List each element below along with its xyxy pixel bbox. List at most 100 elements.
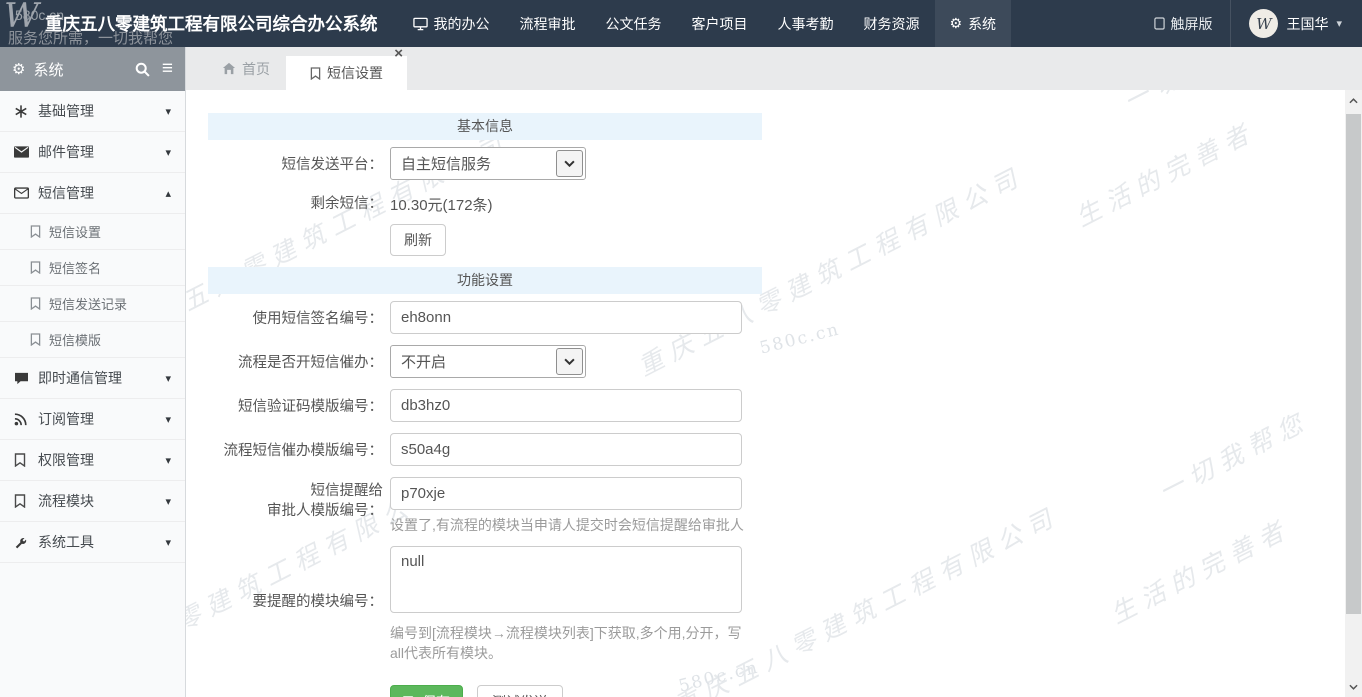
field-label: 短信提醒给 审批人模版编号： [208,477,383,535]
sidebar-item-base-management[interactable]: 基础管理 ▾ [0,91,185,132]
rss-icon [14,413,38,426]
menu-icon[interactable]: ≡ [162,58,173,80]
field-label-line1: 短信提醒给 [311,483,384,499]
sidebar-item-label: 短信签名 [49,258,101,277]
asterisk-icon [14,104,38,119]
nav-my-office[interactable]: 我的办公 [398,0,505,47]
platform-select[interactable]: 自主短信服务 [390,147,586,180]
sidebar-item-label: 流程模块 [38,491,94,511]
tab-bar: 首页 短信设置 × [186,47,1362,90]
signature-number-input[interactable] [390,301,742,334]
bookmark-icon [30,261,49,274]
tab-home[interactable]: 首页 [206,47,286,90]
nav-document-tasks[interactable]: 公文任务 [591,0,677,47]
nav-label: 我的办公 [434,14,490,34]
field-label-line2: 审批人模版编号： [267,503,383,519]
field-label: 短信验证码模版编号： [208,389,383,422]
module-ids-textarea[interactable]: null [390,546,742,613]
sidebar-item-label: 邮件管理 [38,142,94,162]
main-area: 一切我帮您 生活的完善者 重庆五八零建筑工程有限公司 580c.cn 一切我帮您… [186,47,1362,697]
sms-icon [14,187,38,199]
sidebar-item-label: 基础管理 [38,101,94,121]
remaining-sms-value: 10.30元(172条) [383,194,493,215]
sidebar-item-im-management[interactable]: 即时通信管理 ▾ [0,358,185,399]
sidebar-item-sms-settings[interactable]: 短信设置 [0,214,185,250]
wrench-icon [14,535,38,549]
nav-label: 公文任务 [606,14,662,34]
sidebar-item-label: 系统工具 [38,532,94,552]
search-icon[interactable] [135,62,150,77]
phone-icon [1154,17,1165,30]
sidebar-item-sms-signature[interactable]: 短信签名 [0,250,185,286]
nav-hr-attendance[interactable]: 人事考勤 [763,0,849,47]
chat-icon [14,372,38,385]
save-button[interactable]: 保存 [390,685,463,697]
user-menu[interactable]: W 王国华 ▾ [1230,0,1362,47]
vertical-scrollbar[interactable] [1345,90,1362,697]
sidebar-title: 系统 [33,59,134,80]
form-row-refresh: 刷新 [208,224,786,256]
avatar: W [1249,9,1278,38]
form-row-captcha-template: 短信验证码模版编号： [208,389,786,422]
field-label: 剩余短信： [208,194,383,214]
close-icon[interactable]: × [394,47,403,61]
main-nav: 我的办公 流程审批 公文任务 客户项目 人事考勤 财务资源 ⚙ 系统 [398,0,1012,47]
chevron-down-icon [556,348,583,375]
tab-sms-settings[interactable]: 短信设置 × [286,56,407,90]
chevron-down-icon: ▾ [165,454,171,467]
nav-finance-resources[interactable]: 财务资源 [849,0,935,47]
section-basic-info: 基本信息 [208,113,762,140]
sidebar-item-subscription-management[interactable]: 订阅管理 ▾ [0,399,185,440]
sms-settings-content: 基本信息 短信发送平台： 自主短信服务 剩余短信： 10.30元(172条) 刷… [186,90,1362,697]
sidebar-item-sms-management[interactable]: 短信管理 ▴ [0,173,185,214]
sidebar-menu: 基础管理 ▾ 邮件管理 ▾ 短信管理 ▴ 短信设置 短信签名 短信发送记录 短信… [0,91,185,563]
sidebar-item-sms-send-log[interactable]: 短信发送记录 [0,286,185,322]
form-row-signature: 使用短信签名编号： [208,301,786,334]
chevron-down-icon: ▾ [1336,17,1342,30]
module-ids-hint: 编号到[流程模块→流程模块列表]下获取,多个用,分开，写all代表所有模块。 [390,623,746,663]
sidebar-item-workflow-module[interactable]: 流程模块 ▾ [0,481,185,522]
navbar-right: 触屏版 W 王国华 ▾ [1136,0,1362,47]
sms-settings-form: 基本信息 短信发送平台： 自主短信服务 剩余短信： 10.30元(172条) 刷… [186,90,786,697]
section-function-settings: 功能设置 [208,267,762,294]
sidebar-item-label: 短信模版 [49,330,101,349]
notify-template-input[interactable] [390,477,742,510]
sidebar-item-mail-management[interactable]: 邮件管理 ▾ [0,132,185,173]
platform-select-value: 自主短信服务 [391,153,554,174]
monitor-icon [413,17,428,31]
form-actions: 保存 测试发送 [208,685,786,697]
sidebar-item-label: 即时通信管理 [38,368,122,388]
sidebar-item-sms-template[interactable]: 短信模版 [0,322,185,358]
field-label: 使用短信签名编号： [208,301,383,334]
sidebar-item-permission-management[interactable]: 权限管理 ▾ [0,440,185,481]
field-label: 流程短信催办模版编号： [208,433,383,466]
urge-switch-select[interactable]: 不开启 [390,345,586,378]
field-label: 要提醒的模块编号： [208,546,383,663]
scroll-down-icon[interactable] [1345,678,1362,696]
nav-customer-projects[interactable]: 客户项目 [677,0,763,47]
scrollbar-thumb[interactable] [1346,114,1361,614]
urge-switch-value: 不开启 [391,351,554,372]
nav-system[interactable]: ⚙ 系统 [935,0,1012,47]
home-icon [222,62,236,75]
captcha-template-input[interactable] [390,389,742,422]
gear-icon: ⚙ [950,15,963,32]
bookmark-icon [310,67,321,80]
refresh-button[interactable]: 刷新 [390,224,446,256]
chevron-down-icon [556,150,583,177]
bookmark-icon [14,453,38,467]
scroll-up-icon[interactable] [1345,92,1362,110]
sidebar-item-system-tools[interactable]: 系统工具 ▾ [0,522,185,563]
sidebar-header: ⚙ 系统 ≡ [0,47,185,91]
sidebar: ⚙ 系统 ≡ 基础管理 ▾ 邮件管理 ▾ 短信管理 ▴ 短信设置 短信签名 [0,47,186,697]
touch-version-button[interactable]: 触屏版 [1136,0,1230,47]
mail-icon [14,146,38,158]
nav-label: 客户项目 [692,14,748,34]
save-button-label: 保存 [422,692,450,697]
nav-workflow-approval[interactable]: 流程审批 [505,0,591,47]
form-row-module-ids: 要提醒的模块编号： null 编号到[流程模块→流程模块列表]下获取,多个用,分… [208,546,786,663]
urge-template-input[interactable] [390,433,742,466]
notify-template-hint: 设置了,有流程的模块当申请人提交时会短信提醒给审批人 [390,515,744,535]
test-send-button[interactable]: 测试发送 [477,685,563,697]
sidebar-item-label: 权限管理 [38,450,94,470]
